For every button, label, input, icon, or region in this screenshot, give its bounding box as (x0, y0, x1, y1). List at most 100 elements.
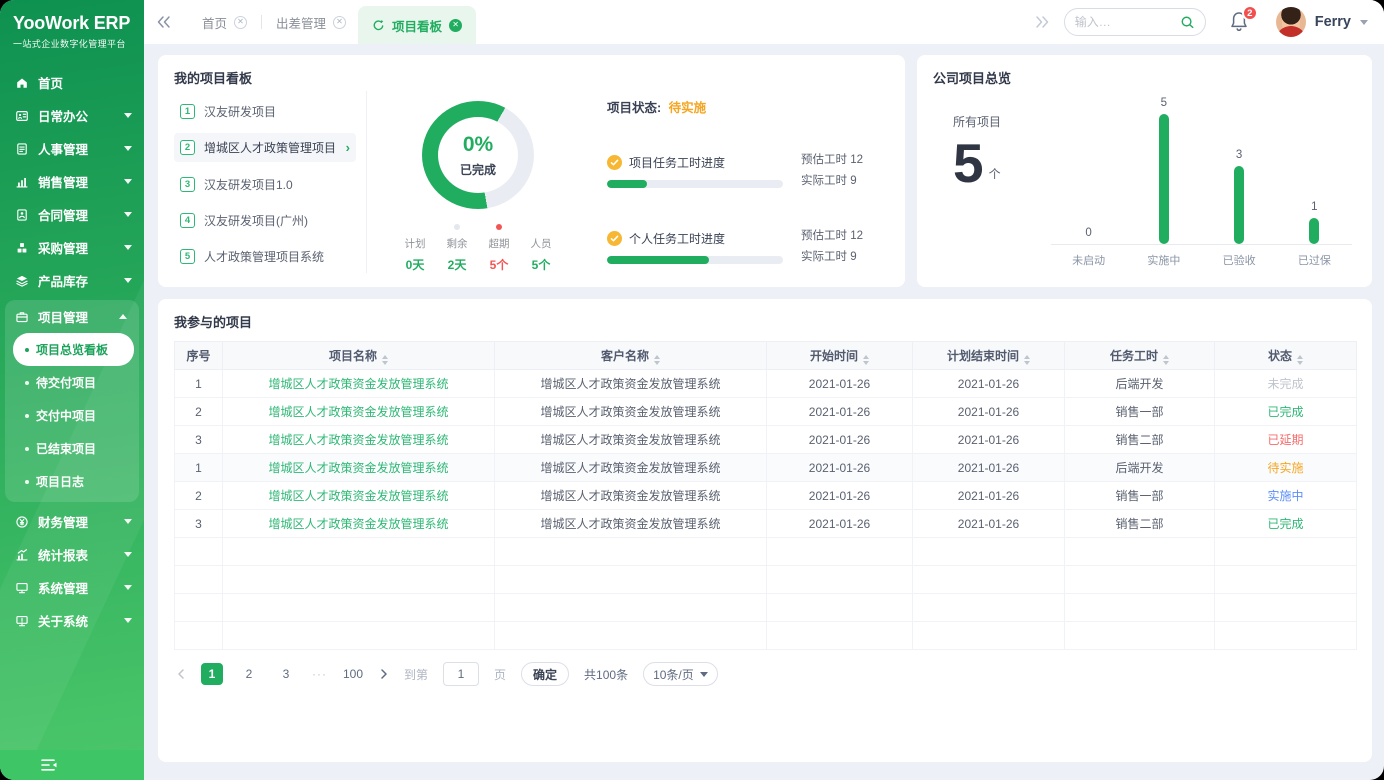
cell-project-name[interactable]: 增城区人才政策资金发放管理系统 (223, 454, 495, 482)
close-tab-icon[interactable]: ✕ (449, 19, 462, 32)
sidebar-item-label: 关于系统 (38, 611, 88, 630)
page-100[interactable]: 100 (342, 663, 364, 685)
progress-bar (607, 180, 783, 188)
empty-table-row (175, 566, 1357, 594)
page-size-value: 10条/页 (653, 666, 694, 683)
sidebar-item-7[interactable]: 项目管理 (5, 300, 139, 333)
sidebar-item-0[interactable]: 首页 (0, 66, 144, 99)
project-list-item-1[interactable]: 1汉友研发项目 (174, 97, 356, 126)
sort-icon[interactable] (1024, 355, 1030, 365)
legend-dot (496, 224, 502, 230)
progress-groups: 项目任务工时进度预估工时 12实际工时 9个人任务工时进度预估工时 12实际工时… (607, 116, 889, 268)
next-page-icon[interactable] (379, 669, 389, 679)
project-list-item-4[interactable]: 4汉友研发项目(广州) (174, 206, 356, 235)
sidebar-subitem-3[interactable]: 已结束项目 (5, 432, 139, 465)
page-size-select[interactable]: 10条/页 (643, 662, 718, 686)
cell-project-name-text[interactable]: 增城区人才政策资金发放管理系统 (268, 405, 448, 419)
cell-project-name[interactable]: 增城区人才政策资金发放管理系统 (223, 510, 495, 538)
sidebar-item-10[interactable]: 系统管理 (0, 571, 144, 604)
check-badge-icon (607, 231, 622, 246)
project-list-item-3[interactable]: 3汉友研发项目1.0 (174, 170, 356, 199)
refresh-icon[interactable] (372, 19, 385, 32)
tab-项目看板[interactable]: 项目看板✕ (358, 6, 476, 44)
page-2[interactable]: 2 (238, 663, 260, 685)
cell-project-name-text[interactable]: 增城区人才政策资金发放管理系统 (268, 489, 448, 503)
cell-project-name[interactable]: 增城区人才政策资金发放管理系统 (223, 370, 495, 398)
cell-status-text: 实施中 (1267, 489, 1303, 503)
sort-icon[interactable] (863, 355, 869, 365)
notifications-button[interactable]: 2 (1228, 10, 1250, 34)
sidebar-item-label: 合同管理 (38, 205, 88, 224)
cell-start-date-text: 2021-01-26 (809, 405, 870, 419)
tab-出差管理[interactable]: 出差管理✕ (264, 13, 358, 32)
search-box[interactable] (1064, 8, 1206, 36)
tab-首页[interactable]: 首页✕ (190, 13, 259, 32)
table-row: 2增城区人才政策资金发放管理系统增城区人才政策资金发放管理系统2021-01-2… (175, 398, 1357, 426)
cell-project-name-text[interactable]: 增城区人才政策资金发放管理系统 (268, 433, 448, 447)
bar (1234, 166, 1244, 244)
column-header-客户名称[interactable]: 客户名称 (495, 342, 767, 370)
monitor-icon (15, 581, 29, 595)
column-header-任务工时[interactable]: 任务工时 (1065, 342, 1215, 370)
sort-icon[interactable] (382, 355, 388, 365)
tabs-scroll-right-icon[interactable] (1034, 15, 1050, 29)
column-header-项目名称[interactable]: 项目名称 (223, 342, 495, 370)
user-menu[interactable]: Ferry (1276, 7, 1368, 37)
column-header-状态[interactable]: 状态 (1215, 342, 1357, 370)
bar-value-label: 5 (1161, 97, 1167, 109)
donut-column: 0% 已完成 计划0天剩余2天超期5个人员5个 (367, 91, 589, 273)
avatar[interactable] (1276, 7, 1306, 37)
sidebar-item-2[interactable]: 人事管理 (0, 132, 144, 165)
empty-cell (913, 594, 1065, 622)
chevron-right-icon[interactable]: › (346, 140, 350, 155)
sidebar-subitem-label: 已结束项目 (36, 440, 96, 457)
cell-task-dept-text: 后端开发 (1115, 461, 1163, 475)
search-icon[interactable] (1180, 15, 1195, 30)
sidebar-item-4[interactable]: 合同管理 (0, 198, 144, 231)
cell-project-name-text[interactable]: 增城区人才政策资金发放管理系统 (268, 517, 448, 531)
tab-divider (261, 15, 262, 29)
column-header-计划结束时间[interactable]: 计划结束时间 (913, 342, 1065, 370)
sidebar-item-6[interactable]: 产品库存 (0, 264, 144, 297)
sort-icon[interactable] (654, 355, 660, 365)
chevron-down-icon (124, 146, 132, 151)
cell-project-name-text[interactable]: 增城区人才政策资金发放管理系统 (268, 461, 448, 475)
company-overview-title: 公司项目总览 (933, 68, 1356, 87)
cell-project-name[interactable]: 增城区人才政策资金发放管理系统 (223, 426, 495, 454)
sidebar-item-8[interactable]: 财务管理 (0, 505, 144, 538)
project-list-item-5[interactable]: 5人才政策管理项目系统 (174, 242, 356, 271)
cell-project-name[interactable]: 增城区人才政策资金发放管理系统 (223, 398, 495, 426)
stat-label: 计划 (405, 236, 426, 251)
column-header-开始时间[interactable]: 开始时间 (767, 342, 913, 370)
stat-value: 5个 (490, 256, 509, 273)
page-3[interactable]: 3 (275, 663, 297, 685)
sort-icon[interactable] (1297, 355, 1303, 365)
sidebar-item-1[interactable]: 日常办公 (0, 99, 144, 132)
sidebar-subitem-4[interactable]: 项目日志 (5, 465, 139, 498)
sidebar-item-11[interactable]: 关于系统 (0, 604, 144, 637)
cell-project-name-text[interactable]: 增城区人才政策资金发放管理系统 (268, 377, 448, 391)
legend-dot-empty (538, 224, 544, 230)
cell-project-name[interactable]: 增城区人才政策资金发放管理系统 (223, 482, 495, 510)
sidebar-item-3[interactable]: 销售管理 (0, 165, 144, 198)
sidebar-item-5[interactable]: 采购管理 (0, 231, 144, 264)
progress-group-1: 项目任务工时进度预估工时 12实际工时 9 (607, 150, 889, 192)
sidebar-subitem-0[interactable]: 项目总览看板 (13, 333, 134, 366)
tabs-scroll-left-icon[interactable] (156, 15, 172, 29)
project-list-item-2[interactable]: 2增城区人才政策管理项目› (174, 133, 356, 162)
confirm-button[interactable]: 确定 (521, 662, 569, 686)
page-1[interactable]: 1 (201, 663, 223, 685)
cell-end-date-text: 2021-01-26 (958, 433, 1019, 447)
prev-page-icon[interactable] (176, 669, 186, 679)
collapse-menu-icon[interactable] (40, 757, 60, 773)
sidebar-subitem-2[interactable]: 交付中项目 (5, 399, 139, 432)
sort-icon[interactable] (1163, 355, 1169, 365)
jump-page-input[interactable] (443, 662, 479, 686)
sidebar: YooWork ERP 一站式企业数字化管理平台 首页日常办公人事管理销售管理合… (0, 0, 144, 780)
close-tab-icon[interactable]: ✕ (333, 16, 346, 29)
close-tab-icon[interactable]: ✕ (234, 16, 247, 29)
sidebar-subitem-1[interactable]: 待交付项目 (5, 366, 139, 399)
cell-seq: 3 (175, 510, 223, 538)
search-input[interactable] (1075, 15, 1174, 29)
sidebar-item-9[interactable]: 统计报表 (0, 538, 144, 571)
